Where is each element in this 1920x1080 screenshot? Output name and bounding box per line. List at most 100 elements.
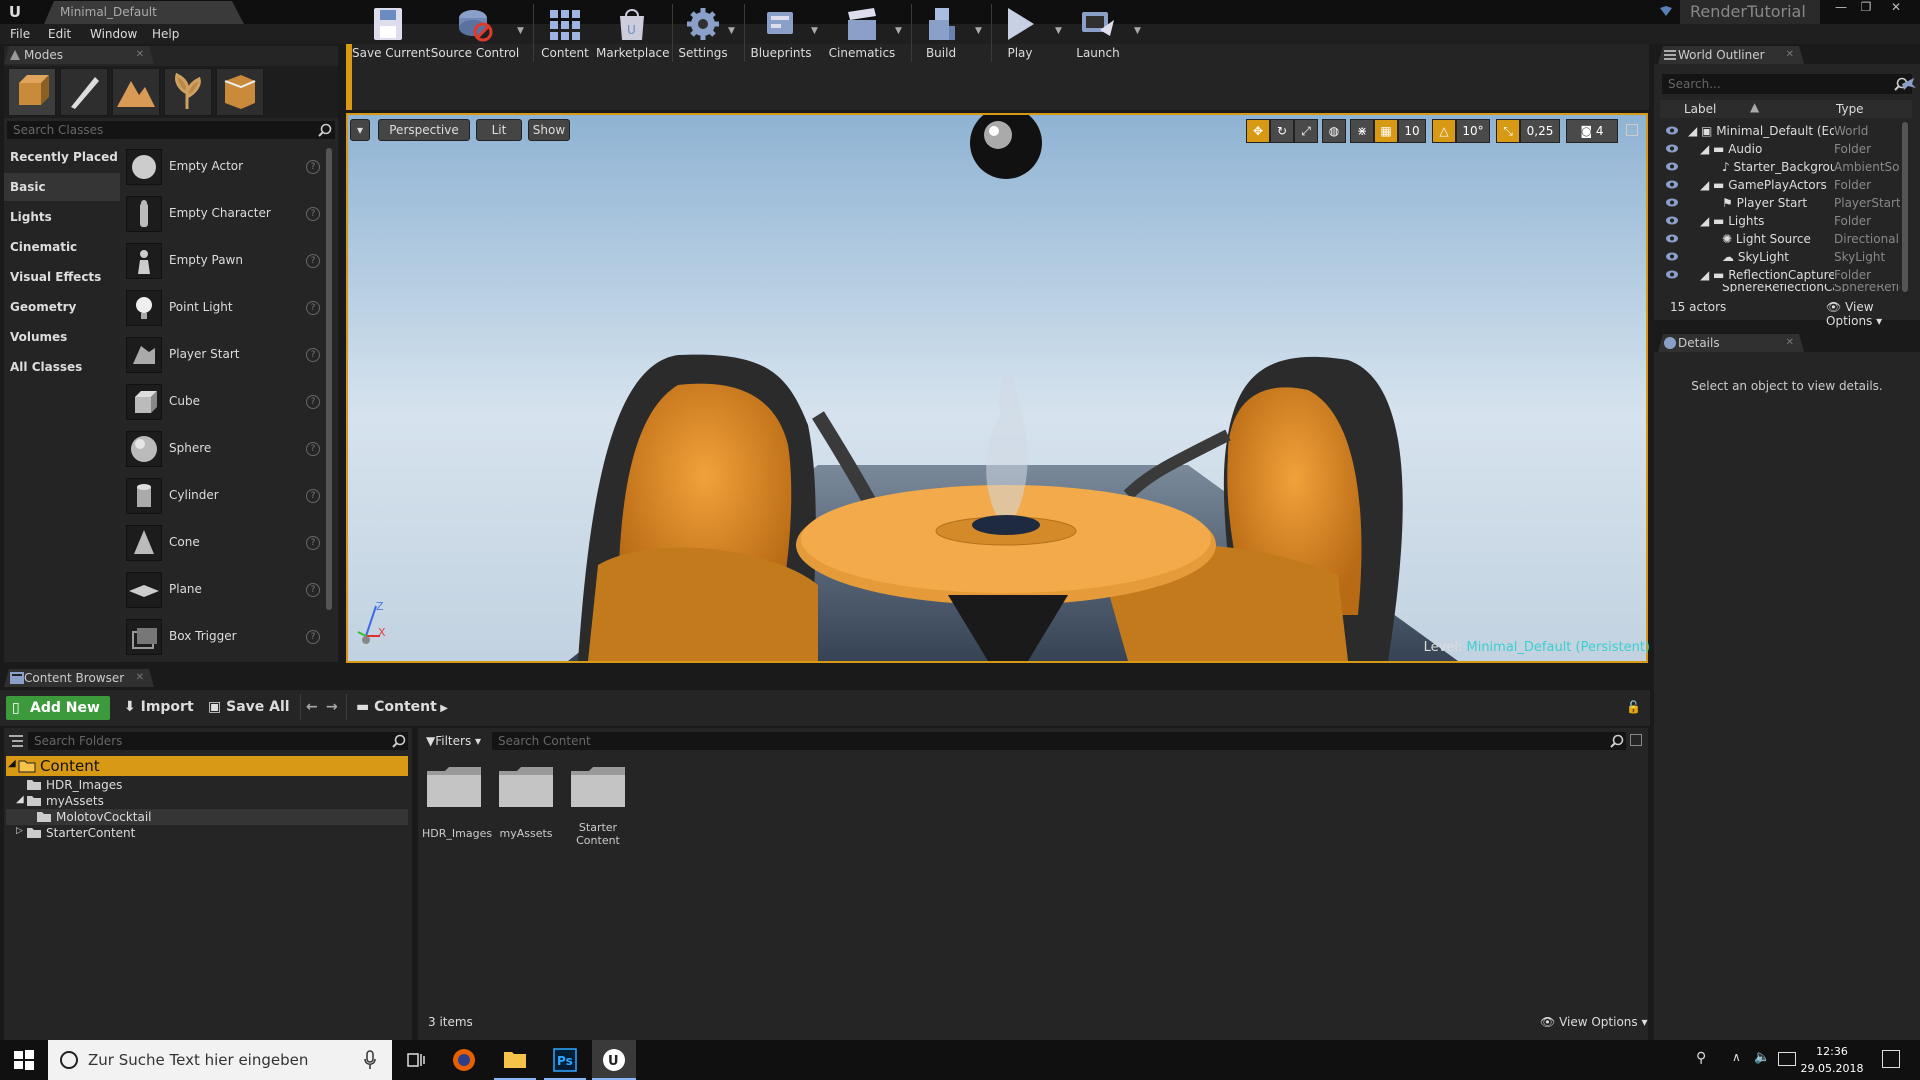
geometry-mode-icon[interactable] bbox=[216, 68, 264, 116]
outliner-row[interactable]: SphereReflectionCaptureSphereReflectionC… bbox=[1660, 284, 1900, 292]
scale-snap-value[interactable]: 0,25 bbox=[1520, 119, 1560, 143]
settings-dropdown-icon[interactable]: ▼ bbox=[728, 26, 738, 36]
close-icon[interactable]: ✕ bbox=[136, 46, 144, 64]
maximize-viewport-icon[interactable] bbox=[1626, 124, 1638, 136]
outliner-row[interactable]: ✺ Light SourceDirectionalLight bbox=[1660, 230, 1900, 248]
source-control-button[interactable]: Source Control bbox=[430, 2, 520, 64]
people-icon[interactable]: ⚲ bbox=[1696, 1050, 1714, 1068]
close-icon[interactable]: ✕ bbox=[136, 669, 144, 687]
play-button[interactable]: Play bbox=[996, 2, 1044, 64]
search-folders-input[interactable]: Search Folders bbox=[28, 732, 408, 750]
sources-toggle-icon[interactable] bbox=[8, 733, 24, 749]
rotation-snap-value[interactable]: 10° bbox=[1456, 119, 1490, 143]
launch-button[interactable]: Launch bbox=[1070, 2, 1126, 64]
place-mode-icon[interactable] bbox=[8, 68, 56, 116]
category-recently-placed[interactable]: Recently Placed bbox=[4, 143, 120, 171]
item-list-scrollbar[interactable] bbox=[326, 148, 332, 610]
taskbar-clock[interactable]: 12:36 29.05.2018 bbox=[1800, 1043, 1864, 1077]
play-dropdown-icon[interactable]: ▼ bbox=[1055, 26, 1065, 36]
category-cinematic[interactable]: Cinematic bbox=[4, 233, 120, 261]
rotation-snap-icon[interactable]: △ bbox=[1432, 119, 1456, 143]
content-view-options[interactable]: 👁 View Options ▾ bbox=[1540, 1015, 1648, 1029]
cinematics-button[interactable]: Cinematics bbox=[826, 2, 898, 64]
menu-file[interactable]: File bbox=[10, 27, 30, 41]
lit-button[interactable]: Lit bbox=[476, 119, 522, 141]
forward-arrow-icon[interactable]: → bbox=[326, 696, 338, 718]
volume-icon[interactable]: 🔈 bbox=[1754, 1050, 1772, 1068]
type-column-header[interactable]: Type bbox=[1836, 102, 1864, 116]
chevron-up-icon[interactable]: ∧ bbox=[1732, 1050, 1746, 1068]
help-icon[interactable]: ? bbox=[306, 583, 320, 597]
minimize-button[interactable]: — bbox=[1830, 0, 1852, 16]
filters-button[interactable]: ▼Filters ▾ bbox=[426, 732, 486, 750]
search-content-input[interactable]: Search Content bbox=[492, 732, 1626, 750]
grid-snap-icon[interactable]: ▦ bbox=[1374, 119, 1398, 143]
help-icon[interactable]: ? bbox=[306, 348, 320, 362]
outliner-row[interactable]: ◢ ▬ Audio Folder bbox=[1660, 140, 1900, 158]
level-viewport[interactable] bbox=[346, 113, 1648, 663]
list-item[interactable]: Player Start? bbox=[122, 333, 328, 377]
close-icon[interactable]: ✕ bbox=[1786, 334, 1794, 352]
microphone-icon[interactable] bbox=[364, 1050, 376, 1070]
outliner-row[interactable]: ⚑ Player Start PlayerStart bbox=[1660, 194, 1900, 212]
tab-details[interactable]: Details ✕ bbox=[1658, 334, 1804, 352]
outliner-row[interactable]: ◢ ▣ Minimal_Default (Editor)World bbox=[1660, 122, 1900, 140]
build-button[interactable]: Build bbox=[916, 2, 966, 64]
perspective-button[interactable]: Perspective bbox=[378, 119, 470, 141]
landscape-mode-icon[interactable] bbox=[112, 68, 160, 116]
list-item[interactable]: Cone? bbox=[122, 521, 328, 565]
world-space-icon[interactable]: ◍ bbox=[1322, 119, 1346, 143]
build-dropdown-icon[interactable]: ▼ bbox=[975, 26, 985, 36]
help-icon[interactable]: ? bbox=[306, 630, 320, 644]
scale-tool-icon[interactable]: ⤢ bbox=[1294, 119, 1318, 143]
folder-row-myassets[interactable]: ◢ myAssets bbox=[6, 793, 408, 809]
content-button[interactable]: Content bbox=[538, 2, 592, 64]
launch-dropdown-icon[interactable]: ▼ bbox=[1134, 26, 1144, 36]
category-geometry[interactable]: Geometry bbox=[4, 293, 120, 321]
outliner-row[interactable]: ◢ ▬ Lights Folder bbox=[1660, 212, 1900, 230]
cinematics-dropdown-icon[interactable]: ▼ bbox=[895, 26, 905, 36]
outliner-row[interactable]: ◢ ▬ GamePlayActors Folder bbox=[1660, 176, 1900, 194]
outliner-view-options[interactable]: 👁 View Options ▾ bbox=[1826, 300, 1920, 328]
list-item[interactable]: Empty Pawn? bbox=[122, 239, 328, 283]
network-icon[interactable] bbox=[1778, 1052, 1796, 1066]
help-icon[interactable]: ? bbox=[306, 442, 320, 456]
show-button[interactable]: Show bbox=[528, 119, 570, 141]
list-item[interactable]: Empty Character? bbox=[122, 192, 328, 236]
surface-snap-icon[interactable]: ⋇ bbox=[1350, 119, 1374, 143]
list-item[interactable]: Point Light? bbox=[122, 286, 328, 330]
viewport-options-dropdown[interactable]: ▾ bbox=[350, 119, 370, 141]
menu-help[interactable]: Help bbox=[152, 27, 179, 41]
list-item[interactable]: Box Trigger? bbox=[122, 615, 328, 659]
marketplace-button[interactable]: U Marketplace bbox=[596, 2, 670, 64]
category-all-classes[interactable]: All Classes bbox=[4, 353, 120, 381]
help-icon[interactable]: ? bbox=[306, 301, 320, 315]
help-icon[interactable]: ? bbox=[306, 395, 320, 409]
paint-mode-icon[interactable] bbox=[60, 68, 108, 116]
list-item[interactable]: Cube? bbox=[122, 380, 328, 424]
back-arrow-icon[interactable]: ← bbox=[306, 696, 318, 718]
menu-window[interactable]: Window bbox=[90, 27, 137, 41]
add-new-button[interactable]: ▯ Add New ▾ bbox=[6, 696, 110, 740]
category-visual-effects[interactable]: Visual Effects bbox=[4, 263, 120, 291]
import-button[interactable]: ⬇ Import bbox=[124, 696, 194, 718]
save-all-button[interactable]: ▣ Save All bbox=[208, 696, 290, 718]
lock-icon[interactable]: 🔓 bbox=[1626, 700, 1641, 714]
folder-row-hdr-images[interactable]: HDR_Images bbox=[6, 777, 408, 793]
add-folder-icon[interactable] bbox=[1900, 76, 1918, 92]
list-item[interactable]: Cylinder? bbox=[122, 474, 328, 518]
close-button[interactable]: ✕ bbox=[1885, 0, 1907, 16]
foliage-mode-icon[interactable] bbox=[164, 68, 212, 116]
maximize-button[interactable]: ❐ bbox=[1855, 0, 1877, 16]
tab-world-outliner[interactable]: World Outliner ✕ bbox=[1658, 46, 1804, 64]
blueprints-button[interactable]: Blueprints bbox=[748, 2, 814, 64]
rotate-tool-icon[interactable]: ↻ bbox=[1270, 119, 1294, 143]
help-icon[interactable]: ? bbox=[306, 254, 320, 268]
help-icon[interactable]: ? bbox=[306, 207, 320, 221]
firefox-icon[interactable] bbox=[452, 1048, 476, 1072]
photoshop-icon[interactable]: Ps bbox=[544, 1040, 586, 1080]
search-classes-input[interactable]: Search Classes bbox=[7, 121, 335, 139]
outliner-row[interactable]: ◢ ▬ ReflectionCaptureActorsFolder bbox=[1660, 266, 1900, 284]
outliner-row[interactable]: ♪ Starter_BackgroundAmbientSound bbox=[1660, 158, 1900, 176]
asset-folder-myassets[interactable]: myAssets bbox=[494, 765, 558, 840]
